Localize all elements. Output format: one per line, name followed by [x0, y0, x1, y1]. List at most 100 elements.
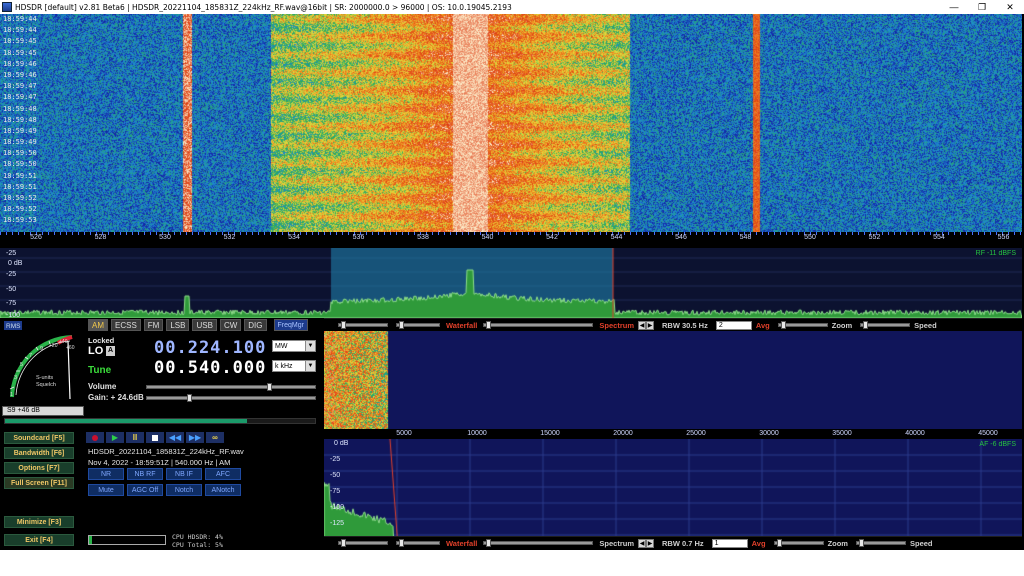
- rf-spectrum-y-label: -75: [6, 300, 17, 307]
- af-rbw-label: RBW 0.7 Hz: [662, 538, 704, 548]
- notch-button[interactable]: Notch: [166, 484, 202, 496]
- forward-icon[interactable]: ▶▶: [186, 432, 204, 443]
- play-icon[interactable]: ▶: [106, 432, 124, 443]
- rf-zoom-label: Zoom: [831, 320, 853, 330]
- lo-lock-button[interactable]: A: [106, 346, 115, 356]
- frequency-block: Locked LO A 00.224.100 MW ▼ Tune 00.540.0…: [86, 336, 322, 378]
- rf-waterfall[interactable]: [0, 14, 1022, 232]
- af-spectrum-label: Spectrum: [599, 538, 634, 548]
- gain-slider[interactable]: [146, 394, 316, 402]
- record-icon[interactable]: [86, 432, 104, 443]
- cpu-meter: [88, 535, 166, 545]
- mode-button-fm[interactable]: FM: [143, 319, 164, 331]
- mode-button-am[interactable]: AM: [88, 319, 108, 331]
- rf-waterfall-contrast-slider[interactable]: [338, 321, 388, 329]
- af-frequency-tick-label: 15000: [540, 430, 560, 437]
- mode-button-usb[interactable]: USB: [192, 319, 217, 331]
- lo-unit-select[interactable]: MW ▼: [272, 340, 316, 352]
- rf-spectrum-y-label: -25: [6, 271, 17, 278]
- close-window-button[interactable]: ✕: [996, 2, 1024, 13]
- af-waterfall-brightness-slider[interactable]: [396, 539, 440, 547]
- waterfall-timestamp: 18:59:51: [3, 171, 37, 180]
- rf-spectrum[interactable]: [0, 248, 1022, 318]
- af-waterfall[interactable]: [324, 331, 1022, 429]
- recording-meta: Nov 4, 2022 - 18:59:51Z | 540.000 Hz | A…: [88, 458, 231, 467]
- rf-spectrum-y-label: 0 dB: [8, 260, 23, 267]
- rf-spectrum-next-icon[interactable]: ▶: [646, 320, 654, 330]
- lo-frequency[interactable]: 00.224.100: [154, 338, 266, 358]
- rf-frequency-scale[interactable]: 526 528 530 532 534 536 538 540 542 544 546 548 550 5…: [0, 232, 1022, 248]
- rf-avg-label: Avg: [755, 320, 770, 330]
- afc-button[interactable]: AFC: [205, 468, 241, 480]
- loop-icon[interactable]: ∞: [206, 432, 224, 443]
- af-frequency-tick-label: 30000: [759, 430, 779, 437]
- stop-icon[interactable]: [146, 432, 164, 443]
- waterfall-timestamp: 18:59:50: [3, 160, 37, 169]
- title-bar: HDSDR [default] v2.81 Beta6 | HDSDR_2022…: [0, 0, 1024, 14]
- mode-button-dig[interactable]: DIG: [244, 319, 267, 331]
- window-title: HDSDR [default] v2.81 Beta6 | HDSDR_2022…: [15, 2, 512, 12]
- waterfall-timestamp: 18:59:53: [3, 216, 37, 225]
- exit-button[interactable]: Exit [F4]: [4, 534, 74, 546]
- agc-off-button[interactable]: AGC Off: [127, 484, 163, 496]
- cpu-total: CPU Total: 5%: [172, 541, 223, 549]
- mode-button-lsb[interactable]: LSB: [166, 319, 190, 331]
- rf-spectrum-y-labels: -25 0 dB -25 -50 -75 -100: [2, 248, 30, 319]
- af-waterfall-contrast-slider[interactable]: [338, 539, 388, 547]
- minimize-button[interactable]: Minimize [F3]: [4, 516, 74, 528]
- freq-manager-button[interactable]: FreqMgr: [273, 319, 308, 331]
- bandwidth-button[interactable]: Bandwidth [F6]: [4, 447, 74, 459]
- rf-avg-select[interactable]: 2: [715, 320, 752, 330]
- tune-unit-select[interactable]: k kHz ▼: [272, 360, 316, 372]
- nb-rf-button[interactable]: NB RF: [127, 468, 163, 480]
- smeter-tick-3: 3: [14, 375, 17, 381]
- af-spectrum-prev-icon[interactable]: ◀: [638, 538, 646, 548]
- minimize-window-button[interactable]: —: [940, 2, 968, 12]
- smeter-tick-1: 1: [10, 392, 13, 398]
- nb-if-button[interactable]: NB IF: [166, 468, 202, 480]
- af-spectrum-slider[interactable]: [483, 539, 594, 547]
- full-screen-button[interactable]: Full Screen [F11]: [4, 477, 74, 489]
- squelch-label: Squelch: [36, 382, 56, 388]
- af-avg-slider[interactable]: [773, 539, 824, 547]
- rf-waterfall-brightness-slider[interactable]: [396, 321, 440, 329]
- s-units-label: S-units: [36, 375, 53, 381]
- af-waterfall-label: Waterfall: [446, 538, 478, 548]
- af-spectrum[interactable]: [324, 439, 1022, 547]
- mute-button[interactable]: Mute: [88, 484, 124, 496]
- af-zoom-slider[interactable]: [855, 539, 906, 547]
- locked-label: Locked: [88, 336, 115, 345]
- waterfall-timestamp: 18:59:45: [3, 37, 37, 46]
- anotch-button[interactable]: ANotch: [205, 484, 241, 496]
- tune-frequency[interactable]: 00.540.000: [154, 358, 266, 378]
- rf-avg-slider[interactable]: [777, 321, 828, 329]
- hdsdr-main: 18:59:44 18:59:44 18:59:45 18:59:45 18:59:46…: [0, 14, 1024, 550]
- soundcard-button[interactable]: Soundcard [F5]: [4, 432, 74, 444]
- pause-icon[interactable]: II: [126, 432, 144, 443]
- frequency-tick-label: 532: [223, 234, 236, 241]
- rf-spectrum-slider[interactable]: [483, 321, 594, 329]
- waterfall-timestamp: 18:59:48: [3, 104, 37, 113]
- volume-slider[interactable]: [146, 383, 316, 391]
- smeter-tick-plus60: +60: [66, 345, 75, 351]
- waterfall-timestamp: 18:59:44: [3, 26, 37, 35]
- rewind-icon[interactable]: ◀◀: [166, 432, 184, 443]
- volume-label: Volume: [88, 382, 117, 391]
- options-button[interactable]: Options [F7]: [4, 462, 74, 474]
- af-spectrum-y-label: 0 dB: [334, 440, 349, 447]
- af-spectrum-next-icon[interactable]: ▶: [646, 538, 654, 548]
- rf-zoom-slider[interactable]: [860, 321, 911, 329]
- af-frequency-tick-label: 10000: [467, 430, 487, 437]
- mode-button-ecss[interactable]: ECSS: [111, 319, 141, 331]
- recording-filename: HDSDR_20221104_185831Z_224kHz_RF.wav: [88, 447, 244, 456]
- smeter-tick-9: 9: [40, 346, 43, 352]
- af-spectrum-y-label: -100: [330, 504, 345, 511]
- mode-button-cw[interactable]: CW: [219, 319, 242, 331]
- af-avg-select[interactable]: 1: [711, 538, 748, 548]
- af-spectrum-y-label: -125: [330, 520, 345, 527]
- rf-spectrum-prev-icon[interactable]: ◀: [638, 320, 646, 330]
- af-level-readout: AF -6 dBFS: [979, 441, 1016, 448]
- restore-window-button[interactable]: ❐: [968, 2, 996, 13]
- af-spectrum-y-label: -50: [330, 472, 341, 479]
- nr-button[interactable]: NR: [88, 468, 124, 480]
